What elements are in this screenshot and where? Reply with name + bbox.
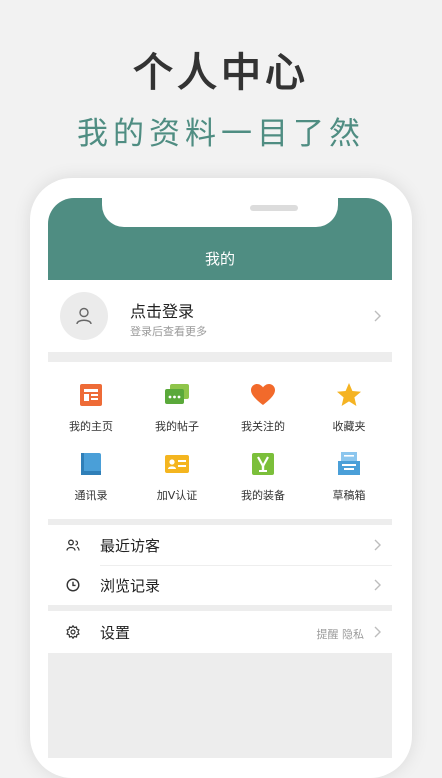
user-icon <box>76 307 92 325</box>
function-grid: 我的主页 我的帖子 我关注的 收藏夹 通讯录 加V认证 我的装备 草稿箱 <box>48 362 392 519</box>
grid-label: 我的装备 <box>241 489 285 502</box>
promo-title: 个人中心 <box>133 50 309 96</box>
grid-label: 我的帖子 <box>155 420 199 433</box>
grid-label: 草稿箱 <box>332 489 366 502</box>
grid-label: 我的主页 <box>69 420 113 433</box>
login-title[interactable]: 点击登录 <box>130 298 194 322</box>
chevron-right-icon <box>374 539 381 551</box>
grid-label: 我关注的 <box>241 420 285 433</box>
chevron-right-icon <box>374 579 381 591</box>
drafts-tray-icon <box>338 452 360 475</box>
id-card-icon <box>165 455 189 473</box>
clock-icon <box>66 578 80 592</box>
app-screen: 我的 点击登录 登录后查看更多 我的主页 我的帖子 我关注的 收藏夹 通讯录 加… <box>48 198 392 758</box>
grid-item-contacts[interactable]: 通讯录 <box>48 451 134 503</box>
list-item-history[interactable]: 浏览记录 <box>48 565 392 605</box>
avatar[interactable] <box>60 292 108 340</box>
star-icon <box>337 383 361 406</box>
grid-item-favorites[interactable]: 收藏夹 <box>306 382 392 434</box>
page-title: 我的 <box>204 250 235 268</box>
chevron-right-icon <box>374 310 381 322</box>
login-card[interactable]: 点击登录 登录后查看更多 <box>48 280 392 352</box>
grid-item-following[interactable]: 我关注的 <box>220 382 306 434</box>
list-item-label: 最近访客 <box>100 537 161 555</box>
homepage-icon <box>80 384 102 406</box>
contacts-book-icon <box>81 453 101 475</box>
phone-notch <box>102 198 338 227</box>
grid-item-equipment[interactable]: 我的装备 <box>220 451 306 503</box>
speaker-grille <box>250 205 298 211</box>
grid-label: 收藏夹 <box>332 420 366 433</box>
grid-item-homepage[interactable]: 我的主页 <box>48 382 134 434</box>
grid-item-posts[interactable]: 我的帖子 <box>134 382 220 434</box>
chevron-right-icon <box>374 626 381 638</box>
promo-subtitle: 我的资料一目了然 <box>77 116 365 152</box>
list-item-label: 浏览记录 <box>100 577 161 595</box>
grid-item-verify[interactable]: 加V认证 <box>134 451 220 503</box>
visitors-icon <box>66 539 80 551</box>
grid-label: 通讯录 <box>74 489 108 502</box>
app-header: 我的 <box>48 198 392 280</box>
heart-icon <box>251 384 275 405</box>
settings-label: 设置 <box>100 624 131 642</box>
menu-list: 最近访客 浏览记录 <box>48 525 392 605</box>
list-item-settings[interactable]: 设置 提醒 隐私 <box>48 612 392 652</box>
gear-icon <box>66 625 80 639</box>
equipment-icon <box>252 453 274 475</box>
list-item-visitors[interactable]: 最近访客 <box>48 525 392 566</box>
grid-item-drafts[interactable]: 草稿箱 <box>306 451 392 503</box>
posts-icon <box>165 384 189 404</box>
login-subtitle: 登录后查看更多 <box>130 325 207 338</box>
grid-label: 加V认证 <box>156 489 198 502</box>
settings-row[interactable]: 设置 提醒 隐私 <box>48 611 392 653</box>
settings-hint: 提醒 隐私 <box>316 628 365 641</box>
